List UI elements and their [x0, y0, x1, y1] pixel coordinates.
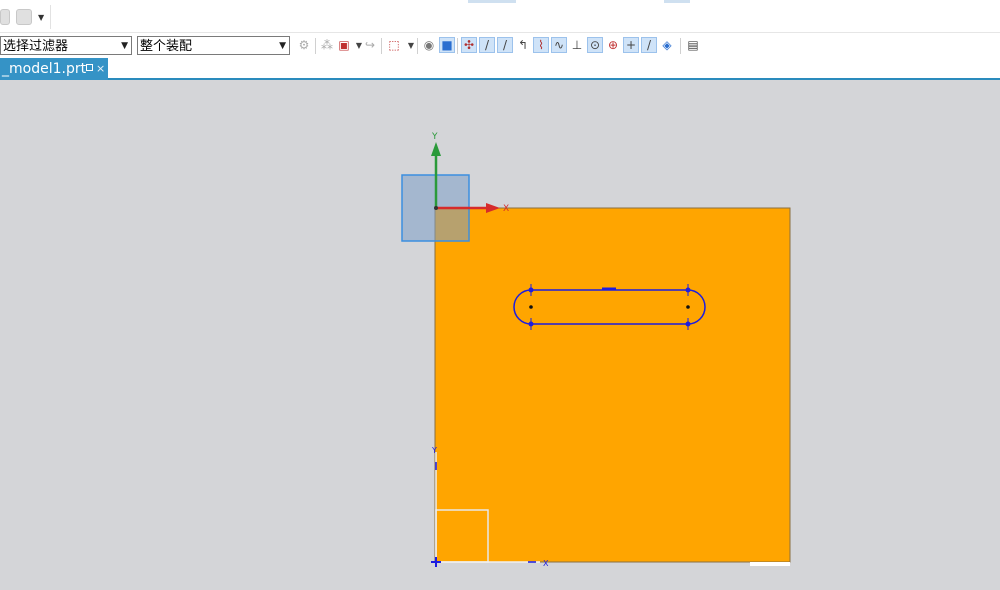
separator	[381, 38, 382, 54]
viewport-canvas[interactable]: Y X Y X	[0, 80, 1000, 586]
point-on-curve-icon[interactable]: /	[641, 37, 657, 53]
face-icon[interactable]: ■	[439, 37, 455, 53]
y-axis-arrow	[431, 142, 441, 156]
perpendicular-icon[interactable]: ⊥	[569, 37, 585, 53]
origin-point	[434, 206, 438, 210]
rectangle-select-icon[interactable]: ⬚	[386, 37, 402, 53]
scope-dropdown[interactable]: 整个装配 ▼	[137, 36, 290, 55]
graphics-window[interactable]: Y X Y X	[0, 80, 1000, 586]
pin-icon[interactable]	[86, 64, 93, 71]
tab-title: _model1.prt	[2, 61, 87, 77]
y-axis-label: Y	[431, 132, 438, 142]
hook-icon[interactable]: ↪	[362, 37, 378, 53]
document-tab-bar: _model1.prt ×	[0, 58, 1000, 80]
end-point-icon[interactable]: /	[479, 37, 495, 53]
endpoint[interactable]	[528, 321, 534, 327]
component-filter-icon[interactable]: ▤	[685, 37, 701, 53]
endpoint[interactable]	[685, 321, 691, 327]
selection-filter-dropdown[interactable]: 选择过滤器 ▼	[0, 36, 132, 55]
selection-scope-icon[interactable]: ▣	[336, 37, 352, 53]
intersection-icon[interactable]: ⌇	[533, 37, 549, 53]
status-strip	[750, 562, 790, 566]
ribbon-highlight	[664, 0, 690, 3]
cube-icon[interactable]	[0, 9, 10, 25]
separator	[417, 38, 418, 54]
arc-center[interactable]	[529, 305, 533, 309]
close-icon[interactable]: ×	[96, 58, 105, 80]
mid-point-icon[interactable]: /	[497, 37, 513, 53]
control-point-icon[interactable]: ↰	[515, 37, 531, 53]
tab-model1[interactable]: _model1.prt ×	[0, 58, 108, 80]
ribbon-highlight	[468, 0, 516, 3]
spline-icon[interactable]: ∿	[551, 37, 567, 53]
arc-center-icon[interactable]: ⊙	[587, 37, 603, 53]
quick-access-bar: ▼	[0, 0, 1000, 32]
separator	[50, 5, 51, 29]
snap-points-icon[interactable]: ✣	[461, 37, 477, 53]
arc-center[interactable]	[686, 305, 690, 309]
selection-toolbar: 选择过滤器 ▼ 整个装配 ▼ ⚙ ⁂ ▣ ▼ ↪ ⬚ ▼ ◉ ■ ✣ / / ↰…	[0, 32, 1000, 59]
general-selection-icon[interactable]: ⚙	[296, 37, 312, 53]
point-snap-icon[interactable]: ⁂	[319, 37, 335, 53]
endpoint[interactable]	[685, 287, 691, 293]
selection-filter-value: 选择过滤器	[3, 39, 69, 54]
chevron-down-icon: ▼	[279, 41, 286, 51]
chevron-down-icon[interactable]: ▼	[38, 13, 44, 22]
separator	[457, 38, 458, 54]
point-on-face-icon[interactable]: ◈	[659, 37, 675, 53]
assembly-icon[interactable]	[16, 9, 32, 25]
separator	[315, 38, 316, 54]
x-axis-label: X	[503, 204, 509, 214]
endpoint[interactable]	[528, 287, 534, 293]
solid-body-icon[interactable]: ◉	[421, 37, 437, 53]
existing-point-icon[interactable]: +	[623, 37, 639, 53]
chevron-down-icon: ▼	[121, 41, 128, 51]
datum-x-label: X	[543, 559, 549, 568]
separator	[680, 38, 681, 54]
datum-y-label: Y	[431, 446, 437, 455]
scope-value: 整个装配	[140, 39, 193, 54]
part-face[interactable]	[434, 207, 791, 563]
quadrant-point-icon[interactable]: ⊕	[605, 37, 621, 53]
